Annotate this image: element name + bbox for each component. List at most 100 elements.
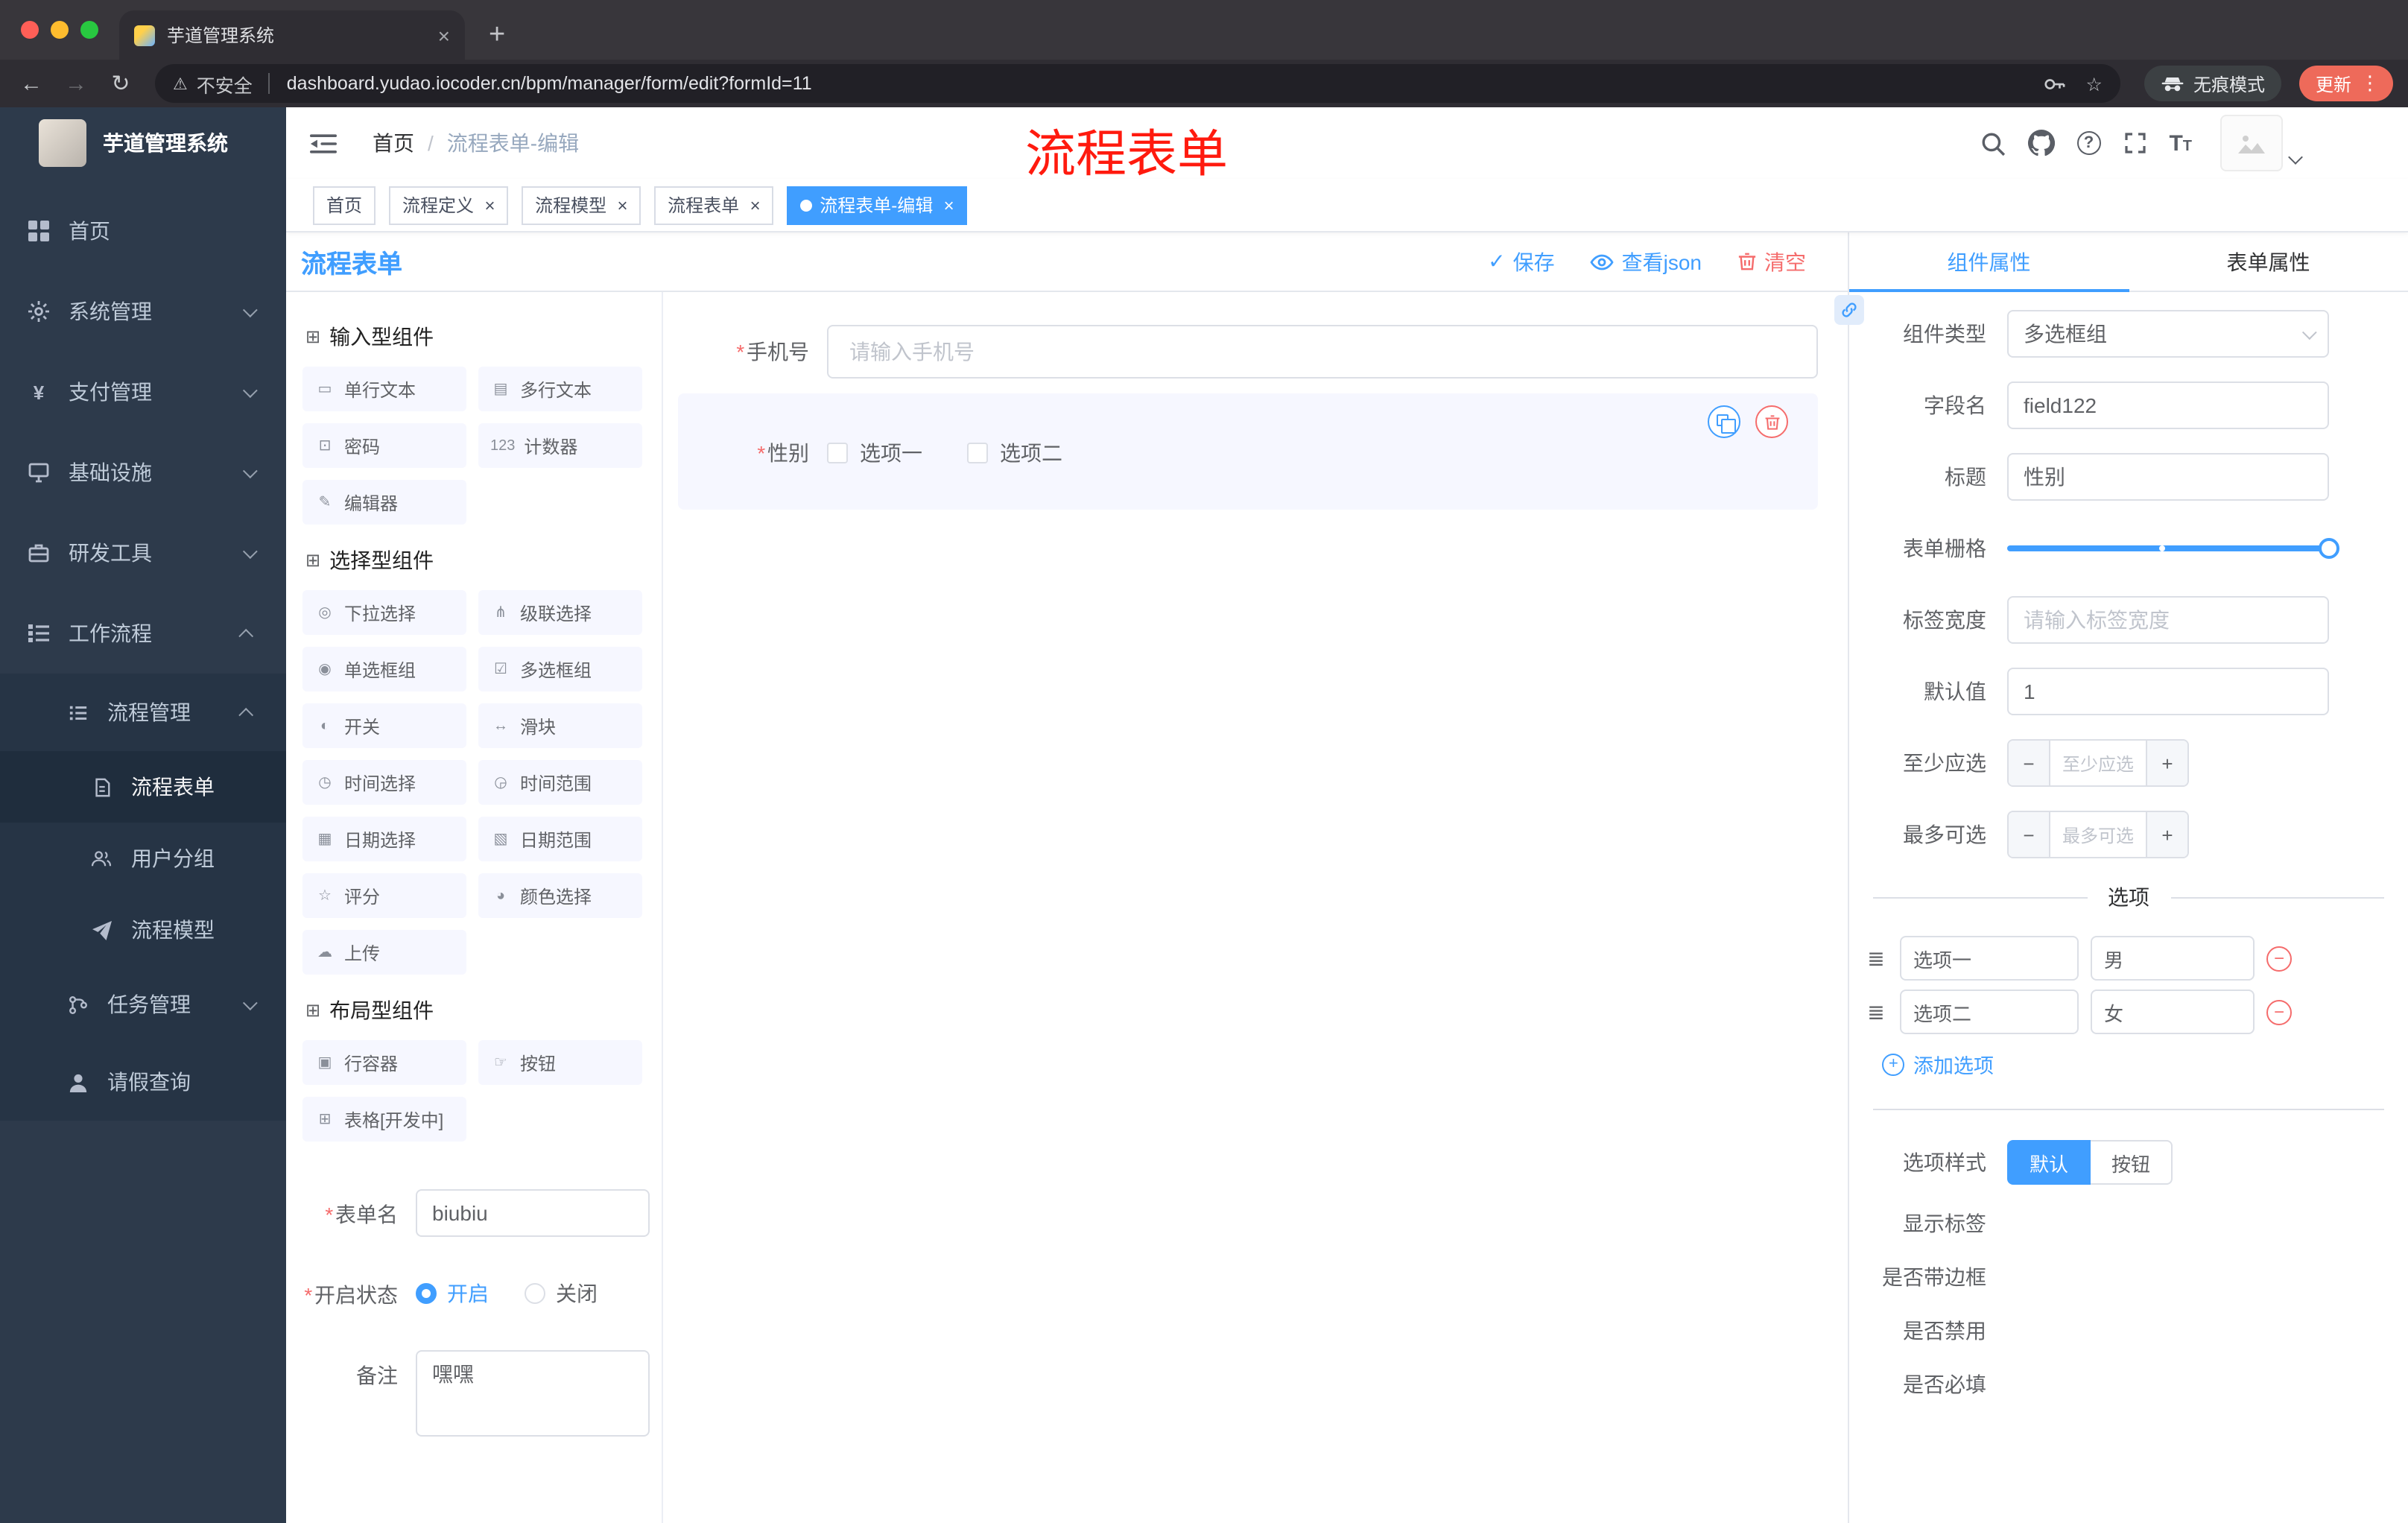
- view-tag[interactable]: 流程表单 ×: [654, 186, 774, 224]
- sidebar-item-home[interactable]: 首页: [0, 191, 286, 271]
- option-value-input[interactable]: [2091, 936, 2255, 981]
- sidebar-collapse-icon[interactable]: [310, 132, 337, 154]
- browser-tab[interactable]: 芋道管理系统 ×: [119, 10, 465, 60]
- component-item[interactable]: ☑ 多选框组: [478, 647, 642, 691]
- tag-close-icon[interactable]: ×: [484, 194, 495, 215]
- link-icon[interactable]: [1834, 295, 1864, 325]
- view-tag[interactable]: 流程表单-编辑 ×: [787, 186, 968, 224]
- view-json-button[interactable]: 查看json: [1591, 247, 1702, 276]
- component-item[interactable]: ⋔ 级联选择: [478, 590, 642, 635]
- save-button[interactable]: ✓ 保存: [1488, 247, 1554, 276]
- sidebar-item-devtools[interactable]: 研发工具: [0, 513, 286, 593]
- gender-option-checkbox[interactable]: 选项一: [827, 438, 922, 468]
- sidebar-item-payment[interactable]: ¥ 支付管理: [0, 352, 286, 432]
- browser-menu-icon[interactable]: ⋮: [2360, 72, 2380, 95]
- sidebar-logo[interactable]: 芋道管理系统: [0, 107, 286, 179]
- sidebar-item-leave-query[interactable]: 请假查询: [0, 1043, 286, 1121]
- min-select-field[interactable]: 至少应选: [2050, 741, 2146, 785]
- address-bar[interactable]: ⚠ 不安全 dashboard.yudao.iocoder.cn/bpm/man…: [155, 64, 2120, 103]
- url-text[interactable]: dashboard.yudao.iocoder.cn/bpm/manager/f…: [287, 73, 2022, 94]
- component-item[interactable]: ◕ 颜色选择: [478, 873, 642, 918]
- tag-close-icon[interactable]: ×: [617, 194, 627, 215]
- security-warning-icon[interactable]: ⚠: [173, 74, 188, 93]
- breadcrumb-root[interactable]: 首页: [373, 128, 414, 158]
- copy-component-icon[interactable]: [1708, 405, 1740, 438]
- component-item[interactable]: ▧ 日期范围: [478, 817, 642, 861]
- view-tag[interactable]: 流程定义 ×: [389, 186, 509, 224]
- add-option-button[interactable]: + 添加选项: [1849, 1049, 2408, 1079]
- update-button[interactable]: 更新 ⋮: [2298, 66, 2393, 101]
- component-item[interactable]: ↔ 滑块: [478, 703, 642, 748]
- phone-field-row[interactable]: * 手机号: [678, 325, 1818, 379]
- sidebar-item-system[interactable]: 系统管理: [0, 271, 286, 352]
- component-item[interactable]: ▣ 行容器: [302, 1040, 466, 1085]
- password-key-icon[interactable]: [2043, 72, 2065, 95]
- tab-component-props[interactable]: 组件属性: [1849, 232, 2129, 292]
- decrease-button[interactable]: −: [2009, 741, 2050, 785]
- github-icon[interactable]: [2027, 130, 2055, 156]
- sidebar-item-process-management[interactable]: 流程管理: [0, 674, 286, 751]
- sidebar-item-user-group[interactable]: 用户分组: [0, 823, 286, 894]
- component-item[interactable]: ◉ 单选框组: [302, 647, 466, 691]
- search-icon[interactable]: [1980, 130, 2005, 156]
- component-type-select[interactable]: 多选框组: [2007, 310, 2329, 358]
- component-item[interactable]: ◷ 时间选择: [302, 760, 466, 805]
- decrease-button[interactable]: −: [2009, 812, 2050, 857]
- sidebar-item-infrastructure[interactable]: 基础设施: [0, 432, 286, 513]
- sidebar-item-task-management[interactable]: 任务管理: [0, 966, 286, 1043]
- component-item[interactable]: ✎ 编辑器: [302, 480, 466, 525]
- gender-option-checkbox[interactable]: 选项二: [967, 438, 1062, 468]
- increase-button[interactable]: +: [2146, 812, 2187, 857]
- drag-handle-icon[interactable]: ≣: [1864, 946, 1888, 971]
- component-item[interactable]: ▭ 单行文本: [302, 367, 466, 411]
- option-name-input[interactable]: [1900, 990, 2079, 1034]
- bookmark-star-icon[interactable]: ☆: [2086, 72, 2103, 95]
- tag-close-icon[interactable]: ×: [750, 194, 760, 215]
- option-name-input[interactable]: [1900, 936, 2079, 981]
- delete-component-icon[interactable]: [1755, 405, 1788, 438]
- component-item[interactable]: ◶ 时间范围: [478, 760, 642, 805]
- component-item[interactable]: ◎ 下拉选择: [302, 590, 466, 635]
- remark-textarea[interactable]: 嘿嘿: [416, 1350, 650, 1437]
- style-button-button[interactable]: 按钮: [2091, 1140, 2173, 1185]
- increase-button[interactable]: +: [2146, 741, 2187, 785]
- font-size-icon[interactable]: TT: [2169, 132, 2192, 154]
- field-name-input[interactable]: [2007, 381, 2329, 429]
- status-off-radio[interactable]: 关闭: [525, 1279, 598, 1308]
- grid-slider[interactable]: [2007, 525, 2339, 572]
- back-button[interactable]: ←: [12, 72, 51, 95]
- label-width-input[interactable]: [2007, 596, 2329, 644]
- sidebar-item-process-form[interactable]: 流程表单: [0, 751, 286, 823]
- option-value-input[interactable]: [2091, 990, 2255, 1034]
- forward-button[interactable]: →: [57, 72, 95, 95]
- component-item[interactable]: ◐ 开关: [302, 703, 466, 748]
- tab-close-icon[interactable]: ×: [438, 23, 450, 47]
- component-item[interactable]: ⊡ 密码: [302, 423, 466, 468]
- close-window-button[interactable]: [21, 21, 39, 39]
- component-item[interactable]: ▦ 日期选择: [302, 817, 466, 861]
- clear-button[interactable]: 清空: [1737, 247, 1806, 276]
- remove-option-icon[interactable]: −: [2266, 999, 2292, 1025]
- reload-button[interactable]: ↻: [101, 72, 140, 95]
- minimize-window-button[interactable]: [51, 21, 69, 39]
- phone-input[interactable]: [827, 325, 1818, 379]
- sidebar-item-process-model[interactable]: 流程模型: [0, 894, 286, 966]
- remove-option-icon[interactable]: −: [2266, 946, 2292, 971]
- view-tag[interactable]: 流程模型 ×: [522, 186, 641, 224]
- style-default-button[interactable]: 默认: [2007, 1140, 2091, 1185]
- slider-handle[interactable]: [2319, 538, 2339, 559]
- status-on-radio[interactable]: 开启: [416, 1279, 489, 1308]
- maximize-window-button[interactable]: [80, 21, 98, 39]
- form-name-input[interactable]: [416, 1189, 650, 1237]
- gender-field-selected[interactable]: * 性别 选项一 选项二: [678, 393, 1818, 510]
- tab-form-props[interactable]: 表单属性: [2129, 232, 2408, 291]
- max-select-field[interactable]: 最多可选: [2050, 812, 2146, 857]
- component-item[interactable]: ⊞ 表格[开发中]: [302, 1097, 466, 1142]
- default-value-input[interactable]: [2007, 668, 2329, 715]
- user-avatar[interactable]: [2220, 115, 2303, 171]
- component-item[interactable]: 123 计数器: [478, 423, 642, 468]
- sidebar-item-workflow[interactable]: 工作流程: [0, 593, 286, 674]
- help-icon[interactable]: ?: [2076, 131, 2101, 155]
- title-input[interactable]: [2007, 453, 2329, 501]
- component-item[interactable]: ☆ 评分: [302, 873, 466, 918]
